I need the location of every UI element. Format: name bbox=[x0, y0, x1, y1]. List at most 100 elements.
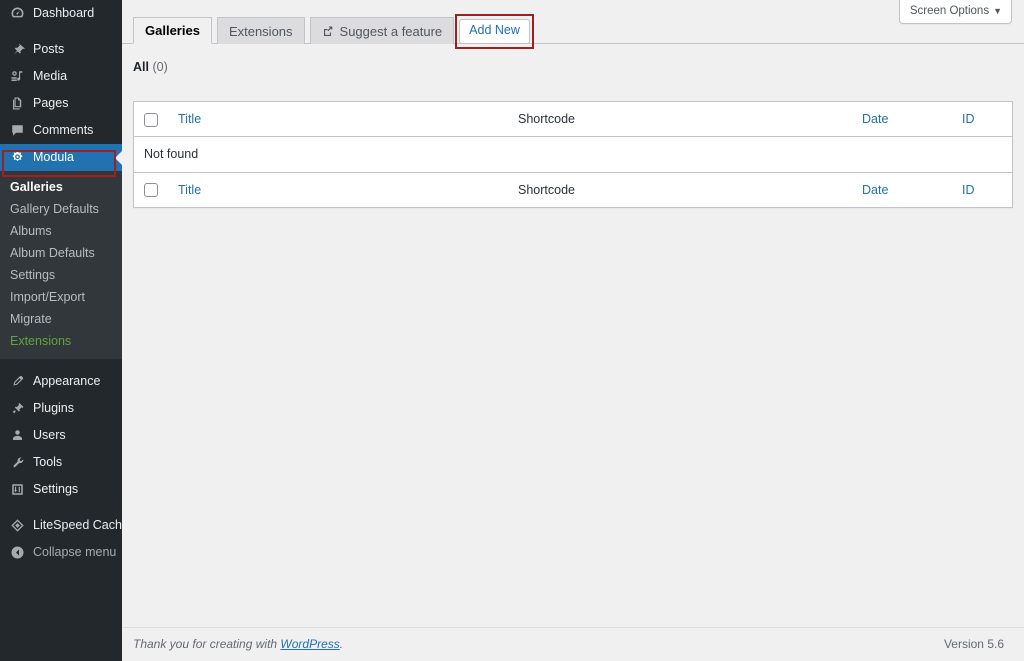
tab-label: Galleries bbox=[145, 23, 200, 38]
footer-thanks-prefix: Thank you for creating with bbox=[133, 637, 281, 651]
table-footer-row: Title Shortcode Date ID bbox=[134, 171, 1012, 207]
sidebar-item-label: Appearance bbox=[33, 374, 101, 389]
galleries-table: Title Shortcode Date ID Not found Title … bbox=[133, 101, 1013, 208]
table-head: Title Shortcode Date ID bbox=[134, 102, 1012, 138]
sidebar-item-media[interactable]: Media bbox=[0, 63, 122, 90]
sidebar-item-plugins[interactable]: Plugins bbox=[0, 395, 122, 422]
column-footer-date[interactable]: Date bbox=[852, 171, 952, 207]
pages-icon bbox=[8, 95, 26, 113]
sidebar-item-appearance[interactable]: Appearance bbox=[0, 368, 122, 395]
submenu-item-import-export[interactable]: Import/Export bbox=[0, 286, 122, 308]
tab-label: Suggest a feature bbox=[339, 23, 443, 39]
footer-thanks-suffix: . bbox=[339, 637, 344, 651]
submenu-item-migrate[interactable]: Migrate bbox=[0, 308, 122, 330]
footer-version: Version 5.6 bbox=[943, 637, 1004, 651]
table-foot: Title Shortcode Date ID bbox=[134, 171, 1012, 207]
content-body: Screen Options ▼ Galleries Extensions Sug… bbox=[122, 0, 1024, 627]
column-header-shortcode-label: Shortcode bbox=[518, 112, 575, 126]
tab-extensions[interactable]: Extensions bbox=[216, 17, 305, 44]
sidebar-item-label: Tools bbox=[33, 455, 63, 470]
admin-footer: Thank you for creating with WordPress. V… bbox=[122, 627, 1024, 661]
select-all-checkbox-footer[interactable] bbox=[144, 183, 158, 198]
sidebar-item-pages[interactable]: Pages bbox=[0, 90, 122, 117]
column-footer-date-label: Date bbox=[862, 182, 889, 197]
add-new-wrapper: Add New bbox=[455, 14, 534, 49]
column-footer-id[interactable]: ID bbox=[952, 171, 1012, 207]
submenu-item-extensions[interactable]: Extensions bbox=[0, 330, 122, 352]
list-table-filters: All (0) bbox=[133, 60, 1024, 74]
select-all-checkbox[interactable] bbox=[144, 112, 158, 127]
tab-suggest-a-feature[interactable]: Suggest a feature bbox=[309, 17, 455, 44]
column-footer-id-label: ID bbox=[962, 182, 975, 197]
sidebar-item-users[interactable]: Users bbox=[0, 422, 122, 449]
wordpress-admin-screen: Dashboard Posts Media Pages Comments Mod… bbox=[0, 0, 1024, 661]
footer-thanks: Thank you for creating with WordPress. bbox=[133, 637, 343, 651]
users-icon bbox=[8, 427, 26, 445]
sidebar-item-label: Dashboard bbox=[33, 6, 95, 21]
modula-submenu: Galleries Gallery Defaults Albums Album … bbox=[0, 171, 122, 359]
dashboard-icon bbox=[8, 5, 26, 23]
comments-icon bbox=[8, 122, 26, 140]
sidebar-item-tools[interactable]: Tools bbox=[0, 449, 122, 476]
submenu-item-settings[interactable]: Settings bbox=[0, 264, 122, 286]
table-body: Not found bbox=[134, 137, 1012, 172]
plugins-icon bbox=[8, 400, 26, 418]
tools-icon bbox=[8, 454, 26, 472]
column-header-shortcode: Shortcode bbox=[508, 102, 852, 138]
nav-tab-wrapper: Galleries Extensions Suggest a feature A… bbox=[122, 14, 1024, 49]
sidebar-item-label: Users bbox=[33, 428, 66, 443]
collapse-icon bbox=[8, 544, 26, 562]
empty-message: Not found bbox=[134, 137, 1012, 172]
settings-icon bbox=[8, 481, 26, 499]
sidebar-item-collapse-menu[interactable]: Collapse menu bbox=[0, 539, 122, 566]
submenu-item-album-defaults[interactable]: Album Defaults bbox=[0, 242, 122, 264]
sidebar-item-dashboard[interactable]: Dashboard bbox=[0, 0, 122, 27]
sidebar-divider bbox=[0, 359, 122, 368]
select-all-header bbox=[134, 102, 168, 138]
sidebar-item-label: Settings bbox=[33, 482, 79, 497]
sidebar-item-settings[interactable]: Settings bbox=[0, 476, 122, 503]
screen-options-button[interactable]: Screen Options ▼ bbox=[898, 0, 1012, 24]
select-all-footer-header bbox=[134, 171, 168, 207]
sidebar-divider bbox=[0, 27, 122, 36]
screen-options-label: Screen Options bbox=[909, 5, 990, 17]
column-header-date[interactable]: Date bbox=[852, 102, 952, 138]
external-link-icon bbox=[322, 25, 335, 38]
wordpress-link[interactable]: WordPress bbox=[280, 637, 339, 651]
sidebar-divider bbox=[0, 503, 122, 512]
table-row-empty: Not found bbox=[134, 137, 1012, 172]
submenu-item-galleries[interactable]: Galleries bbox=[0, 176, 122, 198]
sidebar-item-label: Collapse menu bbox=[33, 545, 117, 560]
submenu-item-albums[interactable]: Albums bbox=[0, 220, 122, 242]
pin-icon bbox=[8, 41, 26, 59]
litespeed-icon bbox=[8, 517, 26, 535]
main-content: Screen Options ▼ Galleries Extensions Sug… bbox=[122, 0, 1024, 661]
sidebar-item-label: Pages bbox=[33, 96, 69, 111]
sidebar-item-modula[interactable]: Modula bbox=[0, 144, 123, 171]
add-new-button[interactable]: Add New bbox=[459, 19, 530, 44]
sidebar-item-label: Plugins bbox=[33, 401, 74, 416]
chevron-down-icon: ▼ bbox=[993, 6, 1002, 16]
sidebar-item-posts[interactable]: Posts bbox=[0, 36, 122, 63]
sidebar-item-label: Media bbox=[33, 69, 68, 84]
appearance-icon bbox=[8, 373, 26, 391]
submenu-item-gallery-defaults[interactable]: Gallery Defaults bbox=[0, 198, 122, 220]
column-header-date-label: Date bbox=[862, 112, 889, 126]
sidebar-item-litespeed-cache[interactable]: LiteSpeed Cache bbox=[0, 512, 129, 539]
sidebar-item-label: Modula bbox=[33, 150, 74, 165]
column-header-id[interactable]: ID bbox=[952, 102, 1012, 138]
column-footer-title[interactable]: Title bbox=[168, 171, 508, 207]
tab-label: Extensions bbox=[228, 23, 293, 39]
column-footer-shortcode: Shortcode bbox=[508, 171, 852, 207]
media-icon bbox=[8, 68, 26, 86]
sidebar-item-label: LiteSpeed Cache bbox=[33, 518, 129, 533]
column-footer-shortcode-label: Shortcode bbox=[518, 182, 575, 197]
sidebar-item-label: Posts bbox=[33, 42, 65, 57]
modula-icon bbox=[8, 149, 26, 167]
sidebar-item-comments[interactable]: Comments bbox=[0, 117, 122, 144]
filter-all-label[interactable]: All bbox=[133, 60, 149, 74]
tab-galleries[interactable]: Galleries bbox=[133, 17, 212, 44]
filter-all-count: (0) bbox=[152, 60, 168, 74]
column-header-title[interactable]: Title bbox=[168, 102, 508, 138]
admin-sidebar: Dashboard Posts Media Pages Comments Mod… bbox=[0, 0, 129, 661]
